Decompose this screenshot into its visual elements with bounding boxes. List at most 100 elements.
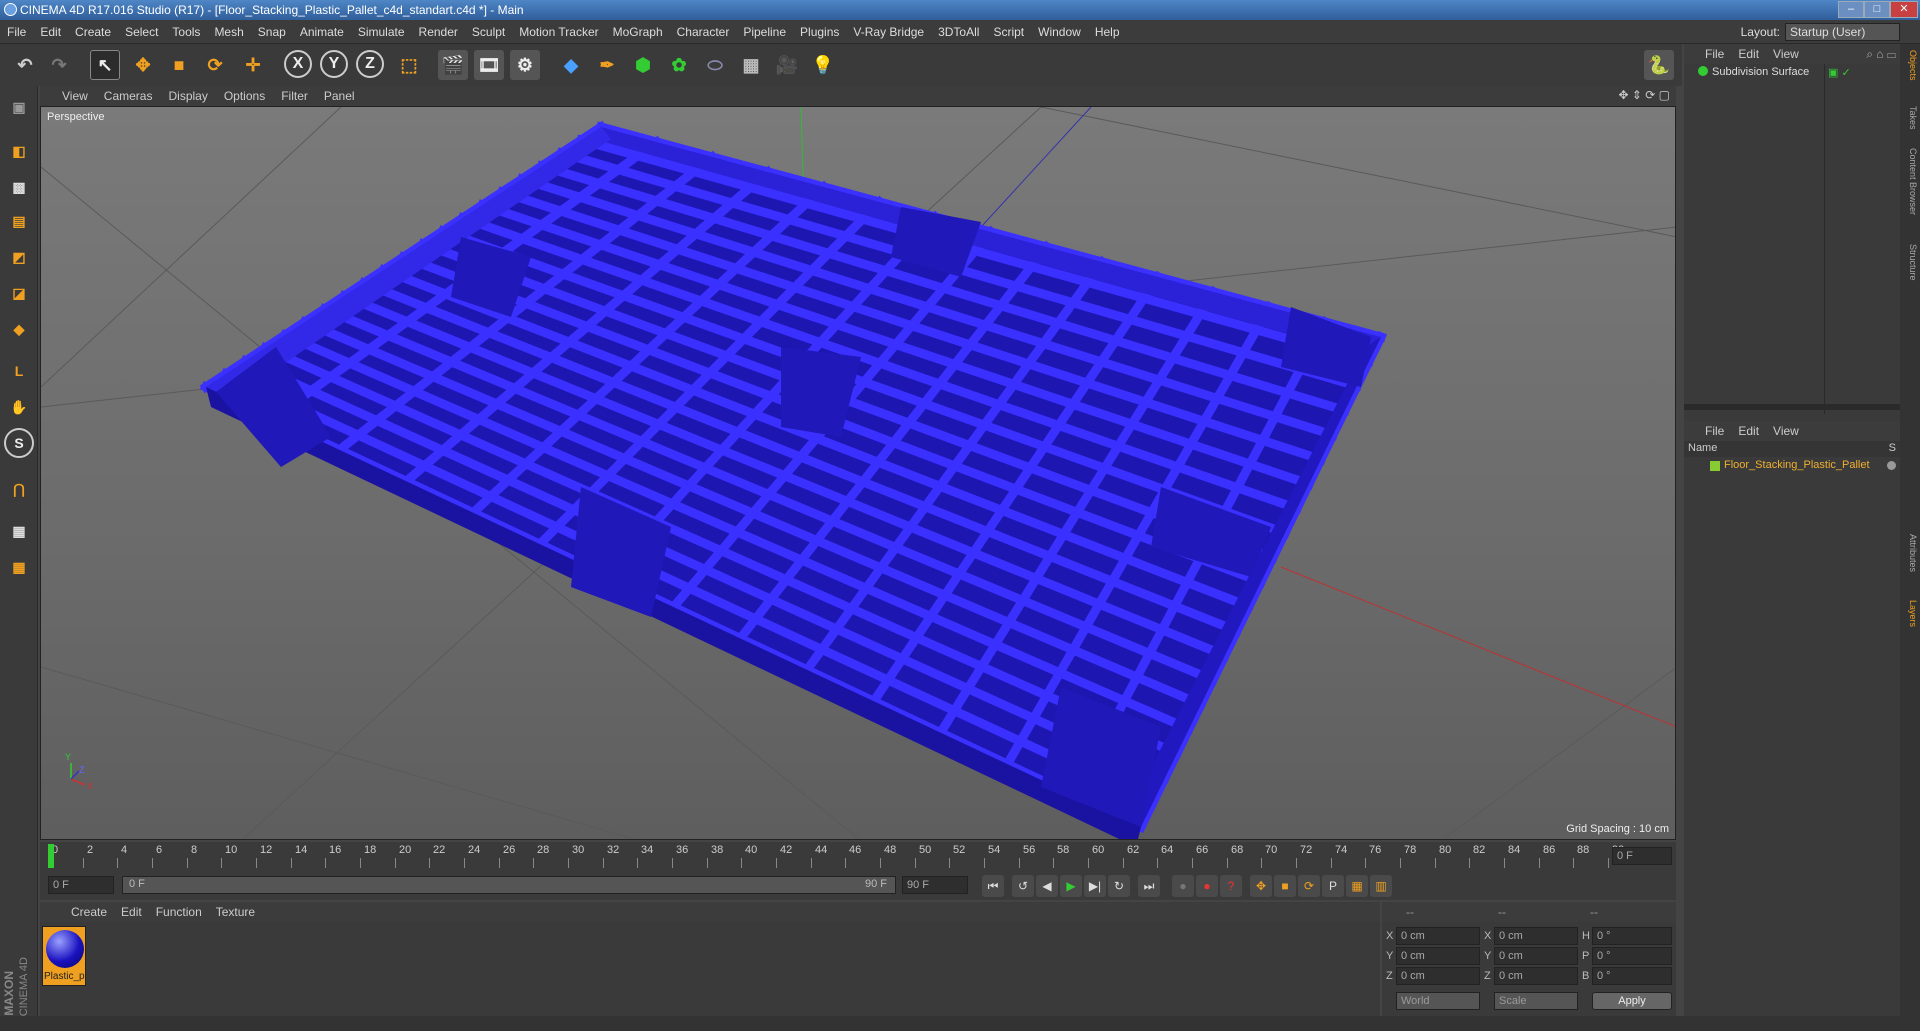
camera-icon[interactable]: 🎥 (772, 50, 802, 80)
go-to-end-icon[interactable]: ⏭ (1138, 875, 1160, 897)
coord-mode-select[interactable]: World (1396, 992, 1480, 1010)
menu-select[interactable]: Select (118, 20, 165, 44)
menu-script[interactable]: Script (986, 20, 1031, 44)
floor-icon[interactable]: ▦ (736, 50, 766, 80)
tab-structure[interactable]: Structure (1902, 244, 1918, 281)
size-y-field[interactable]: 0 cm (1494, 947, 1578, 965)
tab-content-browser[interactable]: Content Browser (1902, 148, 1918, 215)
key-scale-icon[interactable]: ■ (1274, 875, 1296, 897)
previous-key-icon[interactable]: ↺ (1012, 875, 1034, 897)
rotate-icon[interactable]: ⟳ (200, 50, 230, 80)
rotation-h-field[interactable]: 0 ° (1592, 927, 1672, 945)
object-row[interactable]: Subdivision Surface ▣ ✓ (1684, 64, 1900, 82)
pen-spline-icon[interactable]: ✒ (592, 50, 622, 80)
tab-attributes[interactable]: Attributes (1902, 534, 1918, 572)
key-pla-icon[interactable]: ▦ (1346, 875, 1368, 897)
start-frame-field[interactable]: 0 F (48, 876, 114, 894)
move-icon[interactable]: ✥ (128, 50, 158, 80)
magnet-icon[interactable]: ⋂ (4, 474, 34, 504)
menu-tools[interactable]: Tools (165, 20, 207, 44)
maximize-button[interactable]: □ (1864, 1, 1890, 18)
viewport-nav-icons[interactable]: ✥ ⇕ ⟳ ▢ (1618, 88, 1670, 102)
cube-icon[interactable]: ◆ (556, 50, 586, 80)
go-to-start-icon[interactable]: ⏮ (982, 875, 1004, 897)
axis-mode-icon[interactable]: L (4, 356, 34, 386)
tweak-mode-icon[interactable]: ✋ (4, 392, 34, 422)
menu-motion-tracker[interactable]: Motion Tracker (512, 20, 605, 44)
autokey-icon[interactable]: ? (1220, 875, 1242, 897)
viewport-menu-display[interactable]: Display (160, 86, 215, 106)
model-mode-icon[interactable]: ◧ (4, 136, 34, 166)
material-swatch[interactable]: Plastic_p (42, 926, 86, 986)
key-rotation-icon[interactable]: ⟳ (1298, 875, 1320, 897)
menu-render[interactable]: Render (412, 20, 465, 44)
tab-takes[interactable]: Takes (1902, 106, 1918, 130)
size-x-field[interactable]: 0 cm (1494, 927, 1578, 945)
menu-snap[interactable]: Snap (251, 20, 293, 44)
viewport-menu-filter[interactable]: Filter (273, 86, 316, 106)
material-menu-edit[interactable]: Edit (114, 902, 149, 922)
key-parameter-icon[interactable]: P (1322, 875, 1344, 897)
position-y-field[interactable]: 0 cm (1396, 947, 1480, 965)
objects-menu-edit[interactable]: Edit (1731, 44, 1766, 64)
tab-objects[interactable]: Objects (1902, 50, 1918, 81)
record-off-icon[interactable]: ● (1172, 875, 1194, 897)
redo-icon[interactable]: ↷ (44, 50, 74, 80)
workplane-mode-icon[interactable]: ▤ (4, 206, 34, 236)
edges-mode-icon[interactable]: ◪ (4, 278, 34, 308)
workplane-lock-icon[interactable]: ▦ (4, 516, 34, 546)
objects-menu-view[interactable]: View (1766, 44, 1806, 64)
viewport-menu-options[interactable]: Options (216, 86, 273, 106)
undo-icon[interactable]: ↶ (10, 50, 40, 80)
minimize-button[interactable]: – (1838, 1, 1864, 18)
rotation-p-field[interactable]: 0 ° (1592, 947, 1672, 965)
axis-z-lock-icon[interactable]: Z (356, 50, 384, 78)
position-x-field[interactable]: 0 cm (1396, 927, 1480, 945)
coordinate-system-icon[interactable]: ⬚ (394, 50, 424, 80)
polygons-mode-icon[interactable]: ◆ (4, 314, 34, 344)
end-frame-field[interactable]: 90 F (902, 876, 968, 894)
size-z-field[interactable]: 0 cm (1494, 967, 1578, 985)
key-position-icon[interactable]: ✥ (1250, 875, 1272, 897)
material-menu-create[interactable]: Create (64, 902, 114, 922)
menu-mesh[interactable]: Mesh (207, 20, 250, 44)
scale-icon[interactable]: ■ (164, 50, 194, 80)
objects-menu-file[interactable]: File (1698, 44, 1731, 64)
menu-help[interactable]: Help (1088, 20, 1127, 44)
layout-select[interactable]: Startup (User) (1785, 23, 1900, 41)
layers-menu-view[interactable]: View (1766, 421, 1806, 441)
menu-window[interactable]: Window (1031, 20, 1088, 44)
snap-icon[interactable]: S (4, 428, 34, 458)
menu-3dtoall[interactable]: 3DToAll (931, 20, 986, 44)
previous-frame-icon[interactable]: ◀ (1036, 875, 1058, 897)
menu-sculpt[interactable]: Sculpt (465, 20, 512, 44)
render-settings-icon[interactable]: ⚙ (510, 50, 540, 80)
python-icon[interactable]: 🐍 (1644, 50, 1674, 80)
material-menu-texture[interactable]: Texture (209, 902, 262, 922)
next-key-icon[interactable]: ↻ (1108, 875, 1130, 897)
menu-edit[interactable]: Edit (33, 20, 68, 44)
menu-simulate[interactable]: Simulate (351, 20, 412, 44)
render-view-icon[interactable]: 🎬 (438, 50, 468, 80)
rotation-b-field[interactable]: 0 ° (1592, 967, 1672, 985)
layer-status-icon[interactable] (1887, 461, 1896, 470)
tab-layers[interactable]: Layers (1902, 600, 1918, 627)
axis-x-lock-icon[interactable]: X (284, 50, 312, 78)
menu-vray-bridge[interactable]: V-Ray Bridge (846, 20, 931, 44)
select-arrow-icon[interactable]: ↖ (90, 50, 120, 80)
menu-mograph[interactable]: MoGraph (606, 20, 670, 44)
object-enabled-check-icon[interactable]: ▣ ✓ (1828, 66, 1851, 79)
timeline-window-icon[interactable]: ▥ (1370, 875, 1392, 897)
layers-menu-edit[interactable]: Edit (1731, 421, 1766, 441)
menu-plugins[interactable]: Plugins (793, 20, 846, 44)
layer-row[interactable]: Floor_Stacking_Plastic_Pallet (1684, 458, 1900, 474)
cloner-icon[interactable]: ✿ (664, 50, 694, 80)
play-icon[interactable]: ▶ (1060, 875, 1082, 897)
size-mode-select[interactable]: Scale (1494, 992, 1578, 1010)
playhead[interactable] (48, 844, 54, 868)
3d-viewport[interactable]: Y X Z Perspective Grid Spacing : 10 cm (40, 106, 1676, 840)
range-slider[interactable]: 0 F 90 F (122, 876, 896, 894)
menu-character[interactable]: Character (670, 20, 737, 44)
current-frame-field[interactable]: 0 F (1612, 847, 1672, 865)
workplane-rotate-icon[interactable]: ▦ (4, 552, 34, 582)
